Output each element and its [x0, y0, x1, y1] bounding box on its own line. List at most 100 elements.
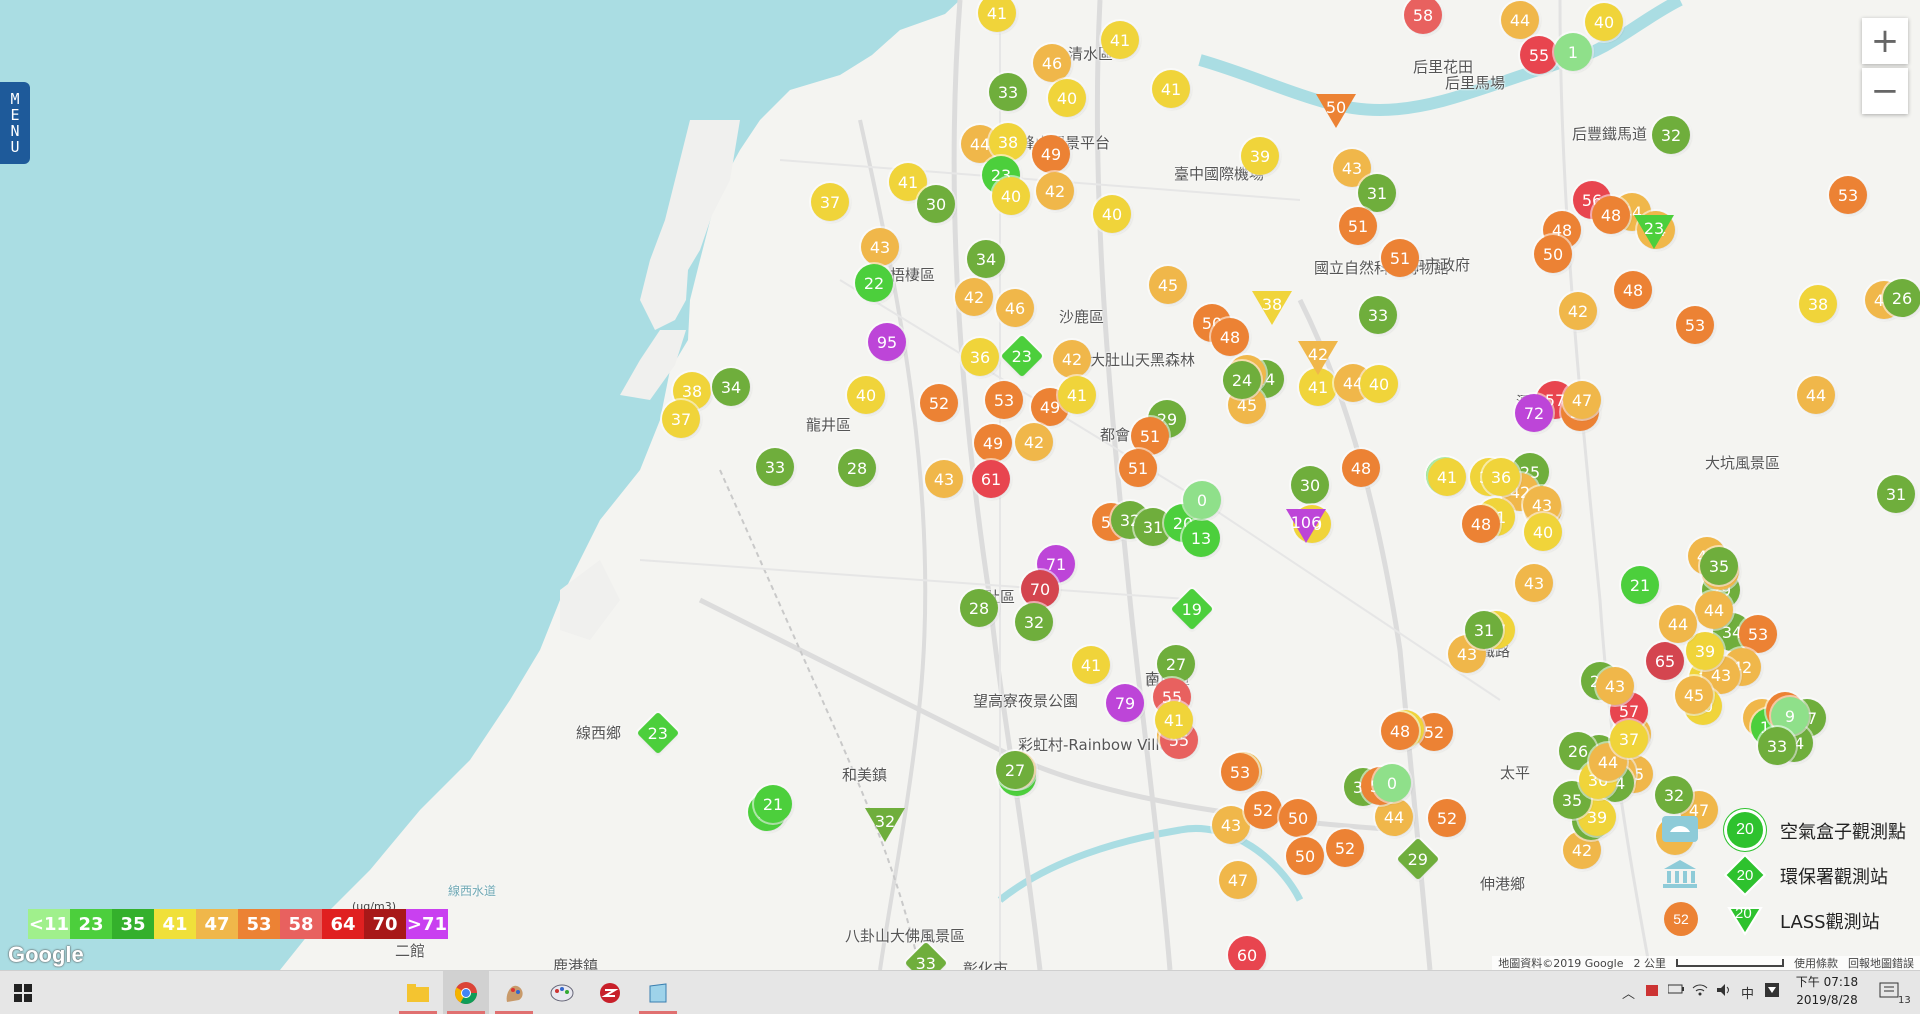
airbox-station-marker[interactable]: 31	[1877, 475, 1915, 513]
airbox-station-marker[interactable]: 31	[1358, 174, 1396, 212]
airbox-station-marker[interactable]: 40	[1048, 79, 1086, 117]
terms-link[interactable]: 使用條款	[1794, 955, 1838, 971]
airbox-station-marker[interactable]: 52	[1244, 791, 1282, 829]
lass-station-marker[interactable]: 42	[1298, 341, 1338, 377]
airbox-station-marker[interactable]: 46	[1033, 44, 1071, 82]
file-explorer-icon[interactable]	[395, 971, 441, 1014]
airbox-station-marker[interactable]: 41	[1428, 458, 1466, 496]
airbox-station-marker[interactable]: 53	[1676, 306, 1714, 344]
airbox-station-marker[interactable]: 40	[1585, 3, 1623, 41]
lass-station-marker[interactable]: 106	[1286, 509, 1326, 545]
airbox-station-marker[interactable]: 48	[1211, 318, 1249, 356]
red-app-icon[interactable]	[587, 971, 633, 1014]
airbox-station-marker[interactable]: 41	[1152, 70, 1190, 108]
airbox-station-marker[interactable]: 49	[1032, 135, 1070, 173]
airbox-station-marker[interactable]: 53	[985, 381, 1023, 419]
airbox-station-marker[interactable]: 36	[961, 338, 999, 376]
airbox-station-marker[interactable]: 44	[1797, 376, 1835, 414]
airbox-station-marker[interactable]: 42	[955, 278, 993, 316]
tray-input-icon[interactable]	[1765, 983, 1779, 1001]
airbox-station-marker[interactable]: 48	[1462, 505, 1500, 543]
airbox-station-marker[interactable]: 42	[1015, 423, 1053, 461]
airbox-station-marker[interactable]: 44	[1501, 1, 1539, 39]
airbox-station-marker[interactable]: 42	[1036, 172, 1074, 210]
airbox-station-marker[interactable]: 79	[1106, 684, 1144, 722]
tray-wifi-icon[interactable]	[1692, 983, 1708, 1001]
tray-battery-icon[interactable]	[1667, 983, 1684, 999]
airbox-station-marker[interactable]: 65	[1646, 642, 1684, 680]
ime-indicator[interactable]: 中	[1741, 983, 1754, 1002]
airbox-station-marker[interactable]: 32	[1015, 603, 1053, 641]
chrome-icon[interactable]	[443, 971, 489, 1014]
airbox-station-marker[interactable]: 33	[989, 73, 1027, 111]
airbox-station-marker[interactable]: 37	[811, 183, 849, 221]
airbox-station-marker[interactable]: 49	[974, 424, 1012, 462]
notepad-icon[interactable]	[635, 971, 681, 1014]
airbox-station-marker[interactable]: 42	[1559, 292, 1597, 330]
airbox-station-marker[interactable]: 40	[992, 177, 1030, 215]
airbox-station-marker[interactable]: 51	[1381, 239, 1419, 277]
tray-volume-icon[interactable]	[1716, 983, 1732, 1001]
zoom-in-button[interactable]: +	[1862, 18, 1908, 64]
airbox-station-marker[interactable]: 38	[1799, 285, 1837, 323]
tray-security-icon[interactable]	[1645, 983, 1659, 1001]
airbox-station-marker[interactable]: 43	[1515, 564, 1553, 602]
airbox-station-marker[interactable]: 32	[1655, 776, 1693, 814]
airbox-station-marker[interactable]: 38	[989, 123, 1027, 161]
airbox-station-marker[interactable]: 41	[1101, 21, 1139, 59]
taskbar-clock[interactable]: 下午 07:18 2019/8/28	[1792, 973, 1862, 1009]
airbox-station-marker[interactable]: 53	[1829, 176, 1867, 214]
airbox-station-marker[interactable]: 42	[1053, 340, 1091, 378]
airbox-station-marker[interactable]: 36	[1482, 458, 1520, 496]
airbox-station-marker[interactable]: 40	[1093, 195, 1131, 233]
airbox-station-marker[interactable]: 48	[1342, 449, 1380, 487]
airbox-station-marker[interactable]: 47	[1219, 861, 1257, 899]
airbox-station-marker[interactable]: 43	[861, 228, 899, 266]
airbox-station-marker[interactable]: 27	[1157, 645, 1195, 683]
lass-station-marker[interactable]: 50	[1316, 94, 1356, 130]
lass-station-marker[interactable]: 32	[865, 808, 905, 844]
palette-app-icon[interactable]	[539, 971, 585, 1014]
airbox-station-marker[interactable]: 45	[1675, 676, 1713, 714]
lass-station-marker[interactable]: 38	[1252, 291, 1292, 327]
airbox-station-marker[interactable]: 27	[996, 751, 1034, 789]
airbox-station-marker[interactable]: 47	[1563, 381, 1601, 419]
airbox-station-marker[interactable]: 34	[712, 368, 750, 406]
airbox-station-marker[interactable]: 95	[868, 323, 906, 361]
airbox-station-marker[interactable]: 21	[1621, 566, 1659, 604]
airbox-station-marker[interactable]: 22	[855, 264, 893, 302]
airbox-station-marker[interactable]: 33	[756, 448, 794, 486]
paint-app-icon[interactable]	[491, 971, 537, 1014]
airbox-station-marker[interactable]: 48	[1381, 712, 1419, 750]
airbox-station-marker[interactable]: 33	[1758, 727, 1796, 765]
airbox-station-marker[interactable]: 35	[1700, 547, 1738, 585]
airbox-station-marker[interactable]: 30	[917, 185, 955, 223]
airbox-station-marker[interactable]: 1	[1554, 33, 1592, 71]
airbox-station-marker[interactable]: 55	[1520, 36, 1558, 74]
airbox-station-marker[interactable]: 34	[967, 240, 1005, 278]
airbox-station-marker[interactable]: 50	[1279, 799, 1317, 837]
airbox-station-marker[interactable]: 51	[1339, 207, 1377, 245]
airbox-station-marker[interactable]: 45	[1149, 266, 1187, 304]
airbox-station-marker[interactable]: 0	[1183, 481, 1221, 519]
airbox-station-marker[interactable]: 40	[1524, 513, 1562, 551]
airbox-station-marker[interactable]: 44	[1659, 605, 1697, 643]
airbox-station-marker[interactable]: 41	[1058, 376, 1096, 414]
airbox-station-marker[interactable]: 39	[1241, 137, 1279, 175]
airbox-station-marker[interactable]: 37	[662, 400, 700, 438]
airbox-station-marker[interactable]: 33	[1359, 296, 1397, 334]
airbox-station-marker[interactable]: 28	[960, 589, 998, 627]
windows-start-icon[interactable]	[0, 971, 46, 1014]
airbox-station-marker[interactable]: 41	[1155, 701, 1193, 739]
tray-chevron-icon[interactable]: ︿	[1622, 983, 1635, 1002]
airbox-station-marker[interactable]: 53	[1221, 753, 1259, 791]
airbox-station-marker[interactable]: 13	[1182, 519, 1220, 557]
airbox-station-marker[interactable]: 0	[1373, 764, 1411, 802]
menu-toggle-button[interactable]: MENU	[0, 82, 30, 164]
airbox-station-marker[interactable]: 46	[996, 289, 1034, 327]
airbox-station-marker[interactable]: 26	[1883, 279, 1920, 317]
report-map-error-link[interactable]: 回報地圖錯誤	[1848, 955, 1914, 971]
airbox-station-marker[interactable]: 52	[1326, 829, 1364, 867]
airbox-station-marker[interactable]: 24	[1223, 361, 1261, 399]
airbox-station-marker[interactable]: 21	[754, 785, 792, 823]
